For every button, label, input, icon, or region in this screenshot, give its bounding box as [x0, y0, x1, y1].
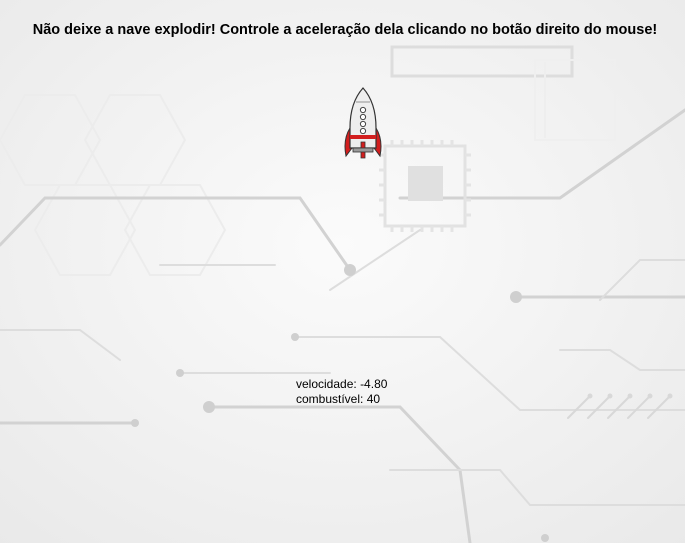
circuit-board-background: [0, 0, 685, 543]
game-canvas[interactable]: Não deixe a nave explodir! Controle a ac…: [0, 0, 685, 543]
fuel-label: combustível:: [296, 392, 364, 406]
fuel-readout: combustível: 40: [296, 392, 387, 407]
rocket-icon[interactable]: [341, 86, 385, 164]
fuel-value: 40: [366, 392, 381, 406]
velocity-readout: velocidade: -4.80: [296, 377, 387, 392]
stats-panel: velocidade: -4.80 combustível: 40: [296, 377, 387, 407]
velocity-value: -4.80: [360, 377, 388, 391]
instruction-text: Não deixe a nave explodir! Controle a ac…: [32, 22, 658, 38]
velocity-label: velocidade:: [296, 377, 357, 391]
